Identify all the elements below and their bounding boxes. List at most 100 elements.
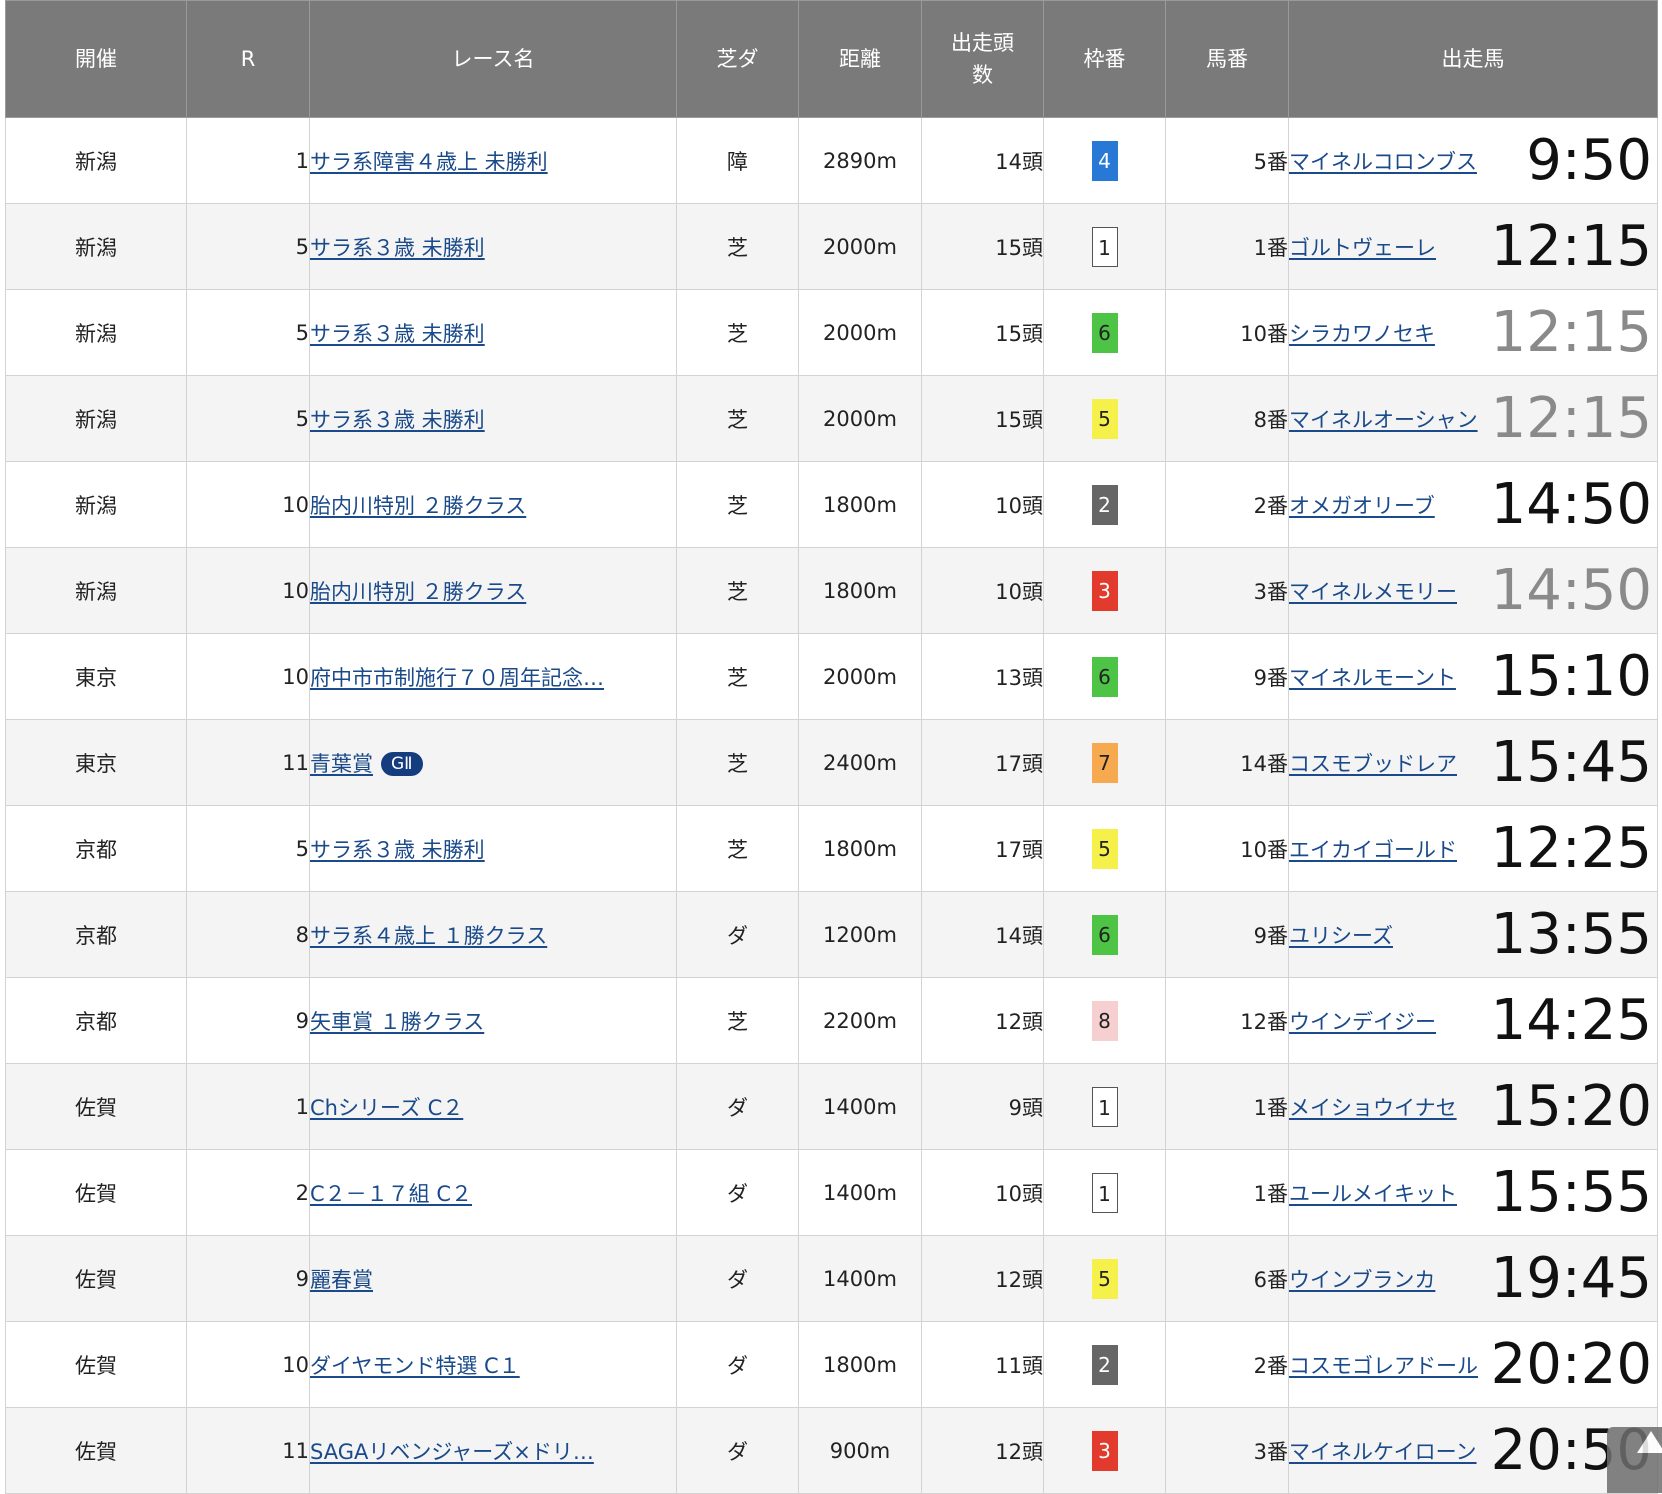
venue-cell: 佐賀 [5, 1407, 187, 1494]
race-name-link[interactable]: 麗春賞 [311, 1268, 374, 1292]
waku-cell: 3 [1043, 547, 1166, 634]
horse-cell: コスモブッドレア 15:45 [1288, 719, 1658, 806]
waku-badge: 5 [1091, 1258, 1118, 1299]
race-number-cell: 1 [186, 117, 310, 204]
race-number-cell: 10 [186, 461, 310, 548]
venue-cell: 新潟 [5, 203, 187, 290]
table-row: 京都 5 サラ系３歳 未勝利芝 1800m 17頭 5 10番 エイカイゴールド 12:25 [5, 805, 1658, 892]
waku-cell: 2 [1043, 1321, 1166, 1408]
race-name-link[interactable]: 胎内川特別 ２勝クラス [311, 494, 527, 518]
race-name-link[interactable]: SAGAリベンジャーズ×ドリ… [311, 1440, 594, 1464]
post-time: 12:15 [1490, 385, 1652, 451]
scroll-to-top-button[interactable] [1607, 1427, 1662, 1493]
header-race-name: レース名 [309, 0, 677, 118]
field-size-cell: 14頭 [921, 117, 1044, 204]
surface-cell: 芝 [676, 719, 799, 806]
race-name-cell: 府中市市制施行７０周年記念… [309, 633, 677, 720]
umaban-cell: 1番 [1165, 1149, 1289, 1236]
surface-cell: 障 [676, 117, 799, 204]
horse-name-link[interactable]: マイネルコロンブス [1289, 150, 1477, 174]
table-row: 東京 10 府中市市制施行７０周年記念… 芝 2000m 13頭 6 9番 マイネルモーント 15… [5, 633, 1658, 720]
race-name-cell: サラ系３歳 未勝利 [309, 375, 677, 462]
horse-name-link[interactable]: メイショウイナセ [1289, 1096, 1457, 1120]
horse-cell: マイネルオーシャン 12:15 [1288, 375, 1658, 462]
waku-cell: 6 [1043, 289, 1166, 376]
race-name-link[interactable]: サラ系３歳 未勝利 [311, 838, 485, 862]
race-name-link[interactable]: サラ系３歳 未勝利 [311, 236, 485, 260]
race-name-link[interactable]: サラ系３歳 未勝利 [311, 322, 485, 346]
post-time: 14:50 [1490, 557, 1652, 623]
race-name-cell: サラ系３歳 未勝利 [309, 805, 677, 892]
venue-cell: 佐賀 [5, 1321, 187, 1408]
waku-badge: 3 [1091, 1430, 1118, 1471]
horse-name-link[interactable]: ゴルトヴェーレ [1289, 236, 1436, 260]
horse-name-link[interactable]: マイネルメモリー [1289, 580, 1457, 604]
waku-badge: 5 [1091, 398, 1118, 439]
umaban-cell: 14番 [1165, 719, 1289, 806]
horse-name-link[interactable]: シラカワノセキ [1289, 322, 1435, 346]
race-number-cell: 11 [186, 719, 310, 806]
race-number-cell: 5 [186, 805, 310, 892]
horse-name-link[interactable]: エイカイゴールド [1289, 838, 1457, 862]
field-size-cell: 17頭 [921, 719, 1044, 806]
horse-name-link[interactable]: マイネルオーシャン [1289, 408, 1478, 432]
race-name-link[interactable]: サラ系障害４歳上 未勝利 [311, 150, 548, 174]
horse-name-link[interactable]: ユリシーズ [1289, 924, 1393, 948]
horse-name-link[interactable]: ユールメイキット [1289, 1182, 1457, 1206]
surface-cell: 芝 [676, 461, 799, 548]
waku-cell: 6 [1043, 633, 1166, 720]
horse-cell: ユリシーズ 13:55 [1288, 891, 1658, 978]
post-time: 20:20 [1490, 1331, 1652, 1397]
race-number-cell: 8 [186, 891, 310, 978]
horse-cell: エイカイゴールド 12:25 [1288, 805, 1658, 892]
distance-cell: 2000m [798, 633, 922, 720]
waku-badge: 7 [1091, 742, 1118, 783]
umaban-cell: 2番 [1165, 461, 1289, 548]
race-name-link[interactable]: Chシリーズ C２ [311, 1096, 464, 1120]
umaban-cell: 6番 [1165, 1235, 1289, 1322]
race-name-link[interactable]: サラ系３歳 未勝利 [311, 408, 485, 432]
race-name-link[interactable]: ダイヤモンド特選 C１ [311, 1354, 520, 1378]
header-venue: 開催 [5, 0, 187, 118]
venue-cell: 京都 [5, 891, 187, 978]
header-umaban: 馬番 [1165, 0, 1289, 118]
race-name-link[interactable]: サラ系４歳上 １勝クラス [311, 924, 548, 948]
venue-cell: 新潟 [5, 117, 187, 204]
surface-cell: ダ [676, 1321, 799, 1408]
waku-cell: 6 [1043, 891, 1166, 978]
table-row: 京都 9 矢車賞 １勝クラス 芝 2200m 12頭 8 12番 ウインデイジー 14:25 [5, 977, 1658, 1064]
horse-name-link[interactable]: マイネルモーント [1289, 666, 1456, 690]
header-field-size-line1: 出走頭 [951, 31, 1014, 55]
horse-name-link[interactable]: コスモブッドレア [1289, 752, 1457, 776]
field-size-cell: 12頭 [921, 977, 1044, 1064]
race-name-link[interactable]: 胎内川特別 ２勝クラス [311, 580, 527, 604]
horse-name-link[interactable]: ウインブランカ [1289, 1268, 1435, 1292]
horse-name-link[interactable]: ウインデイジー [1289, 1010, 1436, 1034]
surface-cell: 芝 [676, 375, 799, 462]
table-row: 佐賀 11 SAGAリベンジャーズ×ドリ… ダ 900m 12頭 3 3番 マイネルケイローン 2… [5, 1407, 1658, 1494]
horse-name-link[interactable]: オメガオリーブ [1289, 494, 1435, 518]
header-field-size-line2: 数 [972, 63, 993, 87]
waku-cell: 7 [1043, 719, 1166, 806]
race-name-link[interactable]: C２－１７組 C２ [311, 1182, 473, 1206]
race-name-link[interactable]: 府中市市制施行７０周年記念… [311, 666, 605, 690]
waku-cell: 5 [1043, 805, 1166, 892]
race-table: 開催 R レース名 芝ダ 距離 出走頭数 枠番 馬番 出走馬 新潟 1 サラ系障害４… [5, 0, 1658, 1494]
race-name-link[interactable]: 青葉賞 [311, 752, 374, 776]
post-time: 12:15 [1490, 213, 1652, 279]
race-number-cell: 10 [186, 547, 310, 634]
horse-name-link[interactable]: コスモゴレアドール [1289, 1354, 1478, 1378]
horse-name-link[interactable]: マイネルケイローン [1289, 1440, 1477, 1464]
umaban-cell: 3番 [1165, 1407, 1289, 1494]
race-name-cell: 青葉賞 GⅡ [309, 719, 677, 806]
horse-cell: ウインデイジー 14:25 [1288, 977, 1658, 1064]
distance-cell: 1800m [798, 547, 922, 634]
race-name-link[interactable]: 矢車賞 １勝クラス [311, 1010, 485, 1034]
waku-cell: 5 [1043, 375, 1166, 462]
table-body: 新潟 1 サラ系障害４歳上 未勝利障 2890m 14頭 4 5番 マイネルコロンブス 9:50… [5, 117, 1658, 1494]
surface-cell: 芝 [676, 289, 799, 376]
horse-cell: メイショウイナセ 15:20 [1288, 1063, 1658, 1150]
field-size-cell: 10頭 [921, 461, 1044, 548]
grade-badge: GⅡ [381, 751, 423, 776]
field-size-cell: 10頭 [921, 547, 1044, 634]
